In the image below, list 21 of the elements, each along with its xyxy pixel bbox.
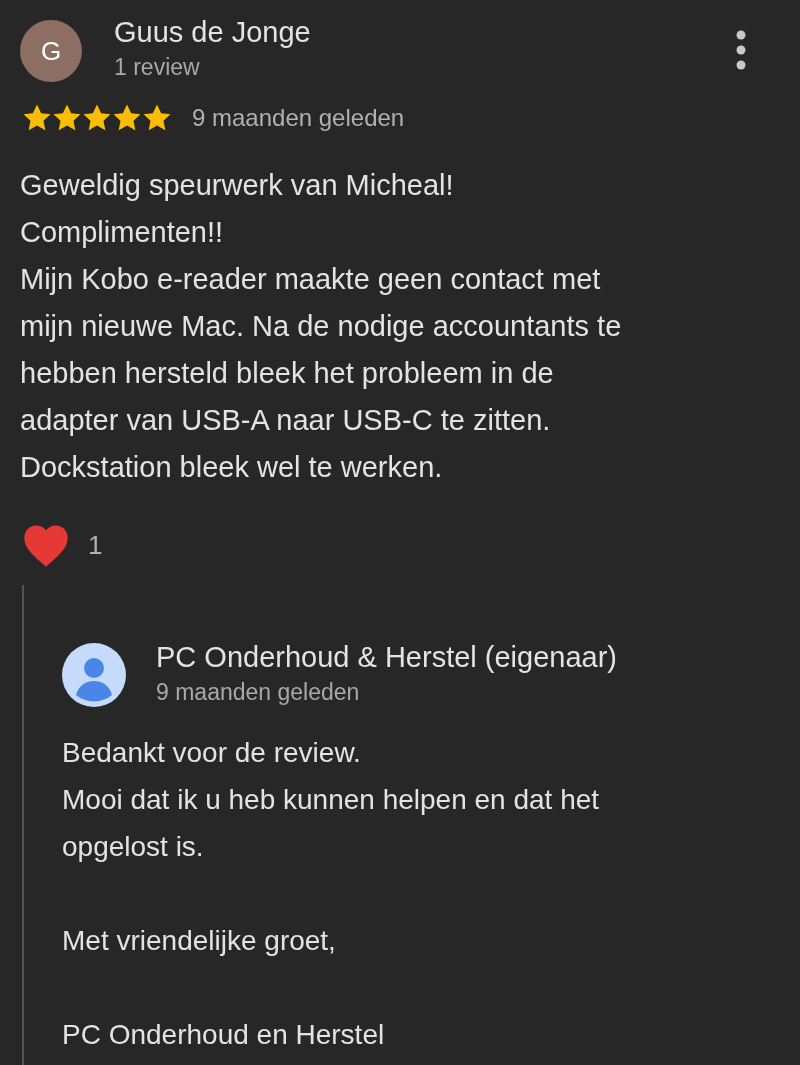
- reply-text: opgelost is.: [62, 830, 205, 864]
- reply-text: Bedankt voor de review.: [62, 736, 362, 770]
- review-text: Dockstation bleek wel te werken.: [20, 450, 444, 485]
- reply-text: Mooi dat ik u heb kunnen helpen en dat het: [62, 783, 601, 817]
- reply-text: Met vriendelijke groet,: [62, 924, 337, 958]
- author-meta: 1 review: [114, 53, 201, 82]
- avatar: G: [20, 20, 82, 82]
- like-count: 1: [88, 528, 103, 562]
- review-text: Geweldig speurwerk van Micheal!: [20, 168, 455, 203]
- owner-avatar-icon: [62, 643, 126, 707]
- reply-text: PC Onderhoud en Herstel: [62, 1018, 386, 1052]
- review-text: adapter van USB-A naar USB-C te zitten.: [20, 403, 552, 438]
- more-options-icon[interactable]: [735, 30, 747, 70]
- review-text: Complimenten!!: [20, 215, 225, 250]
- review-text: mijn nieuwe Mac. Na de nodige accountants te: [20, 309, 623, 344]
- review-time: 9 maanden geleden: [192, 103, 405, 133]
- reply-time: 9 maanden geleden: [156, 678, 361, 707]
- author-name[interactable]: Guus de Jonge: [114, 12, 311, 52]
- review-text: Mijn Kobo e-reader maakte geen contact met: [20, 262, 602, 297]
- owner-name: PC Onderhoud & Herstel (eigenaar): [156, 640, 617, 675]
- review-text: hebben hersteld bleek het probleem in de: [20, 356, 555, 391]
